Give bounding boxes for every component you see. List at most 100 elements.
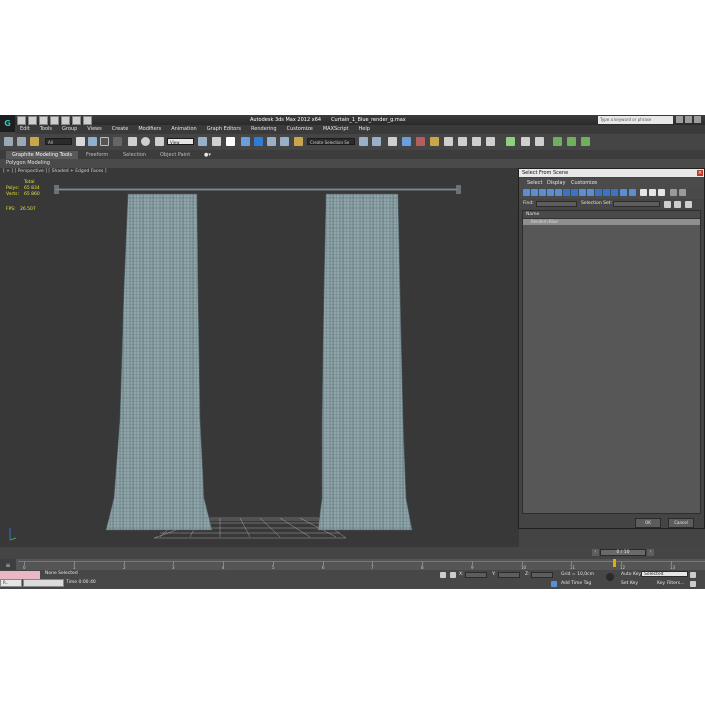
rotate-icon[interactable] bbox=[141, 137, 150, 146]
find-input[interactable] bbox=[536, 201, 577, 207]
binoculars-icon[interactable] bbox=[676, 116, 683, 123]
next-frame-icon[interactable]: › bbox=[647, 549, 654, 556]
bind-space-warp-icon[interactable] bbox=[30, 137, 39, 146]
column-name[interactable]: Name bbox=[526, 211, 539, 218]
open-file-icon[interactable] bbox=[28, 116, 37, 125]
maxscript-mini-input[interactable]: R.. bbox=[0, 579, 22, 587]
filter-bones-icon[interactable] bbox=[587, 189, 594, 196]
menu-animation[interactable]: Animation bbox=[166, 125, 202, 134]
filter-xrefs-icon[interactable] bbox=[579, 189, 586, 196]
rectangular-selection-icon[interactable] bbox=[100, 137, 109, 146]
selection-set-dropdown[interactable] bbox=[613, 201, 660, 207]
menu-create[interactable]: Create bbox=[107, 125, 134, 134]
filter-cameras-icon[interactable] bbox=[547, 189, 554, 196]
list-options-icon[interactable] bbox=[685, 201, 692, 208]
filter-helpers-icon[interactable] bbox=[555, 189, 562, 196]
tab-selection[interactable]: Selection bbox=[123, 151, 146, 159]
display-all-icon[interactable] bbox=[620, 189, 627, 196]
perspective-viewport[interactable]: [ + ] [ Perspective ] [ Shaded + Edged F… bbox=[0, 168, 519, 547]
absolute-mode-icon[interactable] bbox=[450, 572, 456, 578]
help-icon[interactable] bbox=[694, 116, 701, 123]
undo-icon[interactable] bbox=[50, 116, 59, 125]
go-to-start-icon[interactable] bbox=[690, 572, 696, 578]
menu-help[interactable]: Help bbox=[354, 125, 375, 134]
select-none-icon[interactable] bbox=[649, 189, 656, 196]
menu-customize[interactable]: Customize bbox=[282, 125, 318, 134]
select-manipulate-icon[interactable] bbox=[212, 137, 221, 146]
tab-freeform[interactable]: Freeform bbox=[86, 151, 108, 159]
named-selection-set-dropdown[interactable]: Create Selection Se bbox=[307, 138, 355, 145]
window-crossing-icon[interactable] bbox=[113, 137, 122, 146]
maxscript-output[interactable] bbox=[23, 579, 64, 587]
selected-dropdown[interactable]: Selected bbox=[641, 571, 688, 577]
selection-filter-dropdown[interactable]: All bbox=[45, 138, 72, 145]
menu-maxscript[interactable]: MAXScript bbox=[318, 125, 354, 134]
hierarchy-icon[interactable] bbox=[674, 201, 681, 208]
tools-icon-2[interactable] bbox=[535, 137, 544, 146]
filter-geometry-icon[interactable] bbox=[523, 189, 530, 196]
filter-frozen-icon[interactable] bbox=[603, 189, 610, 196]
select-all-icon[interactable] bbox=[640, 189, 647, 196]
redo-icon[interactable] bbox=[61, 116, 70, 125]
keyboard-shortcut-icon[interactable] bbox=[226, 137, 235, 146]
list-header[interactable]: Name bbox=[523, 211, 700, 219]
layer-manager-icon[interactable] bbox=[388, 137, 397, 146]
ok-button[interactable]: OK bbox=[635, 518, 661, 528]
tools-icon-3[interactable] bbox=[553, 137, 562, 146]
spinner-snap-icon[interactable] bbox=[280, 137, 289, 146]
mirror-icon[interactable] bbox=[359, 137, 368, 146]
star-icon[interactable] bbox=[685, 116, 692, 123]
key-mode-icon[interactable] bbox=[606, 573, 614, 581]
lock-selection-icon[interactable] bbox=[440, 572, 446, 578]
close-icon[interactable]: × bbox=[697, 170, 703, 176]
selection-set-icon[interactable] bbox=[664, 201, 671, 208]
unlink-icon[interactable] bbox=[17, 137, 26, 146]
align-icon[interactable] bbox=[372, 137, 381, 146]
app-logo-icon[interactable]: G bbox=[0, 115, 15, 132]
pivot-center-icon[interactable] bbox=[198, 137, 207, 146]
rendered-frame-window-icon[interactable] bbox=[472, 137, 481, 146]
cancel-button[interactable]: Cancel bbox=[668, 518, 694, 528]
tab-object-paint[interactable]: Object Paint bbox=[160, 151, 190, 159]
filter-funnel-icon[interactable] bbox=[670, 189, 677, 196]
add-time-tag[interactable]: Add Time Tag bbox=[561, 581, 591, 586]
filter-spacewarps-icon[interactable] bbox=[563, 189, 570, 196]
hold-icon[interactable] bbox=[72, 116, 81, 125]
time-slider[interactable]: 0 / 10 ‹ › bbox=[0, 547, 705, 559]
dialog-menu-display[interactable]: Display bbox=[547, 178, 565, 188]
tab-graphite-modeling-tools[interactable]: Graphite Modeling Tools bbox=[6, 151, 79, 159]
move-icon[interactable] bbox=[128, 137, 137, 146]
time-tag-icon[interactable] bbox=[551, 581, 557, 587]
menu-tools[interactable]: Tools bbox=[35, 125, 57, 134]
new-file-icon[interactable] bbox=[17, 116, 26, 125]
curve-editor-icon[interactable] bbox=[416, 137, 425, 146]
dialog-menu-customize[interactable]: Customize bbox=[571, 178, 597, 188]
select-object-icon[interactable] bbox=[76, 137, 85, 146]
tools-icon-4[interactable] bbox=[567, 137, 576, 146]
filter-hidden-icon[interactable] bbox=[611, 189, 618, 196]
select-by-name-icon[interactable] bbox=[88, 137, 97, 146]
save-file-icon[interactable] bbox=[39, 116, 48, 125]
dialog-menu-select[interactable]: Select bbox=[527, 178, 542, 188]
percent-snap-icon[interactable] bbox=[267, 137, 276, 146]
dialog-title-bar[interactable]: Select From Scene × bbox=[519, 169, 704, 177]
prev-frame-icon[interactable]: ‹ bbox=[592, 549, 599, 556]
key-filters-button[interactable]: Key Filters... bbox=[657, 581, 684, 586]
select-invert-icon[interactable] bbox=[658, 189, 665, 196]
set-key-button[interactable]: Set Key bbox=[621, 581, 638, 586]
graphite-toggle-icon[interactable] bbox=[402, 137, 411, 146]
filter-groups-icon[interactable] bbox=[571, 189, 578, 196]
tools-icon-5[interactable] bbox=[581, 137, 590, 146]
scene-object-list[interactable]: Name Rendern-Blue bbox=[522, 210, 701, 514]
list-item[interactable]: Rendern-Blue bbox=[523, 219, 700, 225]
filter-options-icon[interactable] bbox=[679, 189, 686, 196]
menu-rendering[interactable]: Rendering bbox=[246, 125, 282, 134]
snaps-toggle-icon[interactable] bbox=[241, 137, 250, 146]
filter-shapes-icon[interactable] bbox=[531, 189, 538, 196]
menu-edit[interactable]: Edit bbox=[15, 125, 35, 134]
render-setup-icon[interactable] bbox=[458, 137, 467, 146]
viewport-canvas-icon[interactable] bbox=[506, 137, 515, 146]
search-input[interactable]: Type a keyword or phrase bbox=[598, 116, 673, 124]
named-selection-icon[interactable] bbox=[294, 137, 303, 146]
x-coordinate-field[interactable] bbox=[465, 572, 487, 578]
